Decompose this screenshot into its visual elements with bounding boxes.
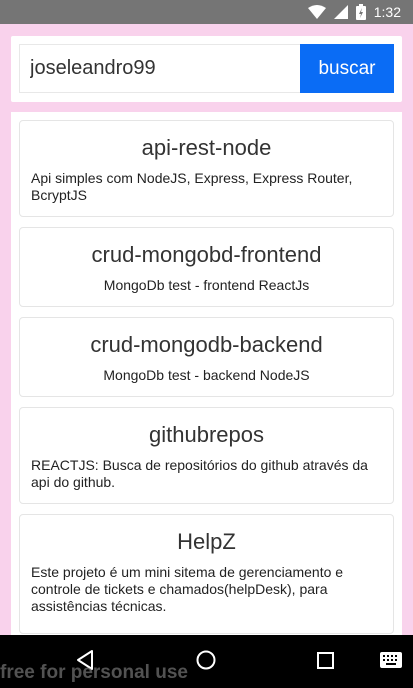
repo-name: crud-mongobd-frontend [91,242,322,267]
repo-name: api-rest-node [141,135,272,160]
repo-description: MongoDb test - frontend ReactJs [103,277,310,293]
status-bar: 1:32 [0,0,413,24]
battery-charging-icon [355,4,366,20]
watermark: free for personal use [0,662,188,683]
repo-description: MongoDb test - backend NodeJS [103,367,310,383]
repo-description: Api simples com NodeJS, Express, Express… [31,170,353,203]
recents-icon[interactable] [316,649,336,671]
repo-description: REACTJS: Busca de repositórios do github… [31,457,368,490]
wifi-icon [307,5,326,19]
signal-icon [333,5,348,19]
repo-name: HelpZ [177,529,236,554]
repo-description: Este projeto é um mini sitema de gerenci… [31,564,344,614]
repo-name: githubrepos [149,422,264,447]
status-time: 1:32 [373,4,401,20]
repo-card[interactable]: api-rest-node Api simples com NodeJS, Ex… [19,120,394,217]
repo-card[interactable]: HelpZ Este projeto é um mini sitema de g… [19,514,394,634]
home-icon[interactable] [195,649,217,671]
repo-list: api-rest-node Api simples com NodeJS, Ex… [11,112,402,635]
repo-name: crud-mongodb-backend [90,332,323,357]
repo-card[interactable]: crud-mongobd-frontend MongoDb test - fro… [19,227,394,307]
search-card: buscar [11,36,402,102]
keyboard-icon[interactable] [380,652,402,668]
repo-card[interactable]: crud-mongodb-backend MongoDb test - back… [19,317,394,397]
search-button[interactable]: buscar [300,44,394,93]
search-input[interactable] [19,44,301,93]
app-screen: buscar api-rest-node Api simples com Nod… [0,24,413,635]
repo-card[interactable]: githubrepos REACTJS: Busca de repositóri… [19,407,394,504]
